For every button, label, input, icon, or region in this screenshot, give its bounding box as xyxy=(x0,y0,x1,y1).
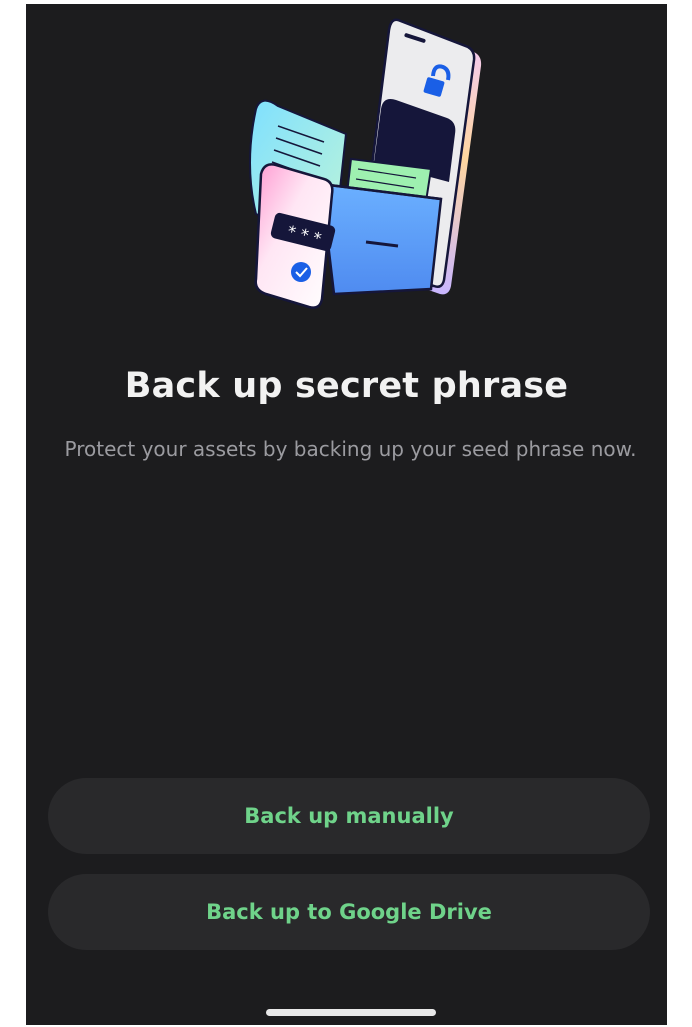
page-subtitle: Protect your assets by backing up your s… xyxy=(64,437,637,461)
home-indicator[interactable] xyxy=(266,1009,436,1016)
back-up-manually-label: Back up manually xyxy=(244,804,454,828)
backup-illustration: * * * xyxy=(249,18,482,309)
card-graphic: * * * xyxy=(254,163,336,309)
back-up-google-drive-button[interactable]: Back up to Google Drive xyxy=(48,874,650,950)
back-up-google-drive-label: Back up to Google Drive xyxy=(206,900,492,924)
back-up-manually-button[interactable]: Back up manually xyxy=(48,778,650,854)
backup-screen: * * * Back up secret phrase Protect your… xyxy=(26,4,667,1025)
page-title: Back up secret phrase xyxy=(124,366,569,406)
folder-graphic xyxy=(319,182,443,296)
